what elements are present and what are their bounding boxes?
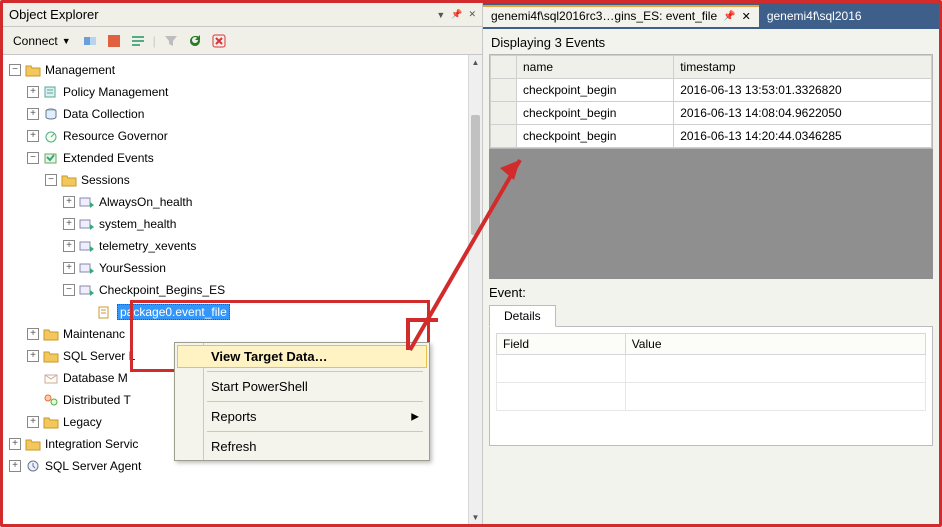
grid-empty-area — [489, 149, 933, 279]
tree-node-sessions[interactable]: − Sessions — [9, 169, 468, 191]
tree-node-policy-management[interactable]: + Policy Management — [9, 81, 468, 103]
folder-icon — [43, 414, 59, 430]
tree-node-extended-events[interactable]: − Extended Events — [9, 147, 468, 169]
collapse-icon[interactable]: − — [45, 174, 57, 186]
tree-node-management[interactable]: − Management — [9, 59, 468, 81]
dropdown-arrow-icon[interactable]: ▼ — [436, 10, 445, 20]
resource-governor-icon — [43, 128, 59, 144]
table-row[interactable]: checkpoint_begin 2016-06-13 14:08:04.962… — [491, 102, 932, 125]
submenu-arrow-icon: ▶ — [411, 411, 419, 422]
filter-icon[interactable] — [162, 32, 180, 50]
folder-icon — [43, 326, 59, 342]
filter-list-icon[interactable] — [129, 32, 147, 50]
close-icon[interactable]: ✕ — [468, 9, 476, 20]
event-file-target-icon — [97, 304, 113, 320]
tree-node-checkpoint-begins-es[interactable]: − Checkpoint_Begins_ES — [9, 279, 468, 301]
menu-item-start-powershell[interactable]: Start PowerShell — [177, 375, 427, 398]
tab-details[interactable]: Details — [489, 305, 556, 327]
displaying-events-label: Displaying 3 Events — [483, 29, 939, 54]
table-row[interactable]: checkpoint_begin 2016-06-13 14:20:44.034… — [491, 125, 932, 148]
table-row — [497, 383, 926, 411]
context-menu: View Target Data… Start PowerShell Repor… — [174, 342, 430, 461]
extended-events-icon — [43, 150, 59, 166]
tree-node-selected-label: package0.event_file — [117, 304, 230, 320]
session-running-icon — [79, 282, 95, 298]
connect-button[interactable]: Connect▼ — [9, 33, 75, 49]
expand-icon[interactable]: + — [27, 416, 39, 428]
expand-icon[interactable]: + — [9, 438, 21, 450]
expand-icon[interactable]: + — [27, 108, 39, 120]
close-icon[interactable]: ✕ — [742, 10, 751, 23]
policy-icon — [43, 84, 59, 100]
dtc-icon — [43, 392, 59, 408]
tree-node-your-session[interactable]: + YourSession — [9, 257, 468, 279]
pin-icon[interactable]: 📌 — [451, 9, 462, 20]
folder-icon — [43, 348, 59, 364]
pin-icon[interactable]: 📌 — [723, 11, 735, 22]
column-header-value[interactable]: Value — [625, 334, 925, 355]
session-running-icon — [79, 260, 95, 276]
menu-item-view-target-data[interactable]: View Target Data… — [177, 345, 427, 368]
folder-icon — [25, 62, 41, 78]
object-explorer-titlebar: Object Explorer ▼ 📌 ✕ — [3, 3, 482, 27]
column-header-field[interactable]: Field — [497, 334, 626, 355]
tree-node-data-collection[interactable]: + Data Collection — [9, 103, 468, 125]
expand-icon[interactable]: + — [27, 86, 39, 98]
tree-node-alwayson-health[interactable]: + AlwaysOn_health — [9, 191, 468, 213]
cancel-refresh-icon[interactable] — [210, 32, 228, 50]
collapse-icon[interactable]: − — [27, 152, 39, 164]
expand-icon[interactable]: + — [9, 460, 21, 472]
tree-node-package0-event-file[interactable]: package0.event_file — [9, 301, 468, 323]
folder-icon — [61, 172, 77, 188]
grid-corner — [491, 56, 517, 79]
details-panel: Field Value — [489, 326, 933, 446]
tab-event-file[interactable]: genemi4f\sql2016rc3…gins_ES: event_file … — [483, 5, 759, 27]
event-viewer-panel: genemi4f\sql2016rc3…gins_ES: event_file … — [483, 3, 939, 524]
event-label: Event: — [489, 285, 933, 300]
object-explorer-toolbar: Connect▼ | — [3, 27, 482, 55]
menu-item-reports[interactable]: Reports ▶ — [177, 405, 427, 428]
column-header-timestamp[interactable]: timestamp — [674, 56, 932, 79]
table-row — [497, 355, 926, 383]
agent-icon — [25, 458, 41, 474]
collapse-icon[interactable]: − — [63, 284, 75, 296]
refresh-icon[interactable] — [186, 32, 204, 50]
tree-node-system-health[interactable]: + system_health — [9, 213, 468, 235]
expand-icon[interactable]: + — [63, 218, 75, 230]
disconnect-icon[interactable] — [81, 32, 99, 50]
folder-icon — [25, 436, 41, 452]
session-running-icon — [79, 194, 95, 210]
expand-icon[interactable]: + — [63, 240, 75, 252]
expand-icon[interactable]: + — [63, 196, 75, 208]
session-running-icon — [79, 216, 95, 232]
tab-secondary[interactable]: genemi4f\sql2016 — [759, 5, 870, 27]
expand-icon[interactable]: + — [27, 130, 39, 142]
collapse-icon[interactable]: − — [9, 64, 21, 76]
tree-node-telemetry-xevents[interactable]: + telemetry_xevents — [9, 235, 468, 257]
column-header-name[interactable]: name — [517, 56, 674, 79]
table-row[interactable]: checkpoint_begin 2016-06-13 13:53:01.332… — [491, 79, 932, 102]
stop-icon[interactable] — [105, 32, 123, 50]
database-mail-icon — [43, 370, 59, 386]
tree-scrollbar[interactable]: ▲ ▼ — [468, 55, 482, 524]
session-running-icon — [79, 238, 95, 254]
expand-icon[interactable]: + — [27, 328, 39, 340]
events-grid[interactable]: name timestamp checkpoint_begin 2016-06-… — [489, 54, 933, 149]
expand-icon[interactable]: + — [27, 350, 39, 362]
tree-node-resource-governor[interactable]: + Resource Governor — [9, 125, 468, 147]
document-tab-bar: genemi4f\sql2016rc3…gins_ES: event_file … — [483, 3, 939, 29]
menu-item-refresh[interactable]: Refresh — [177, 435, 427, 458]
expand-icon[interactable]: + — [63, 262, 75, 274]
object-explorer-title: Object Explorer — [9, 7, 99, 22]
data-collection-icon — [43, 106, 59, 122]
